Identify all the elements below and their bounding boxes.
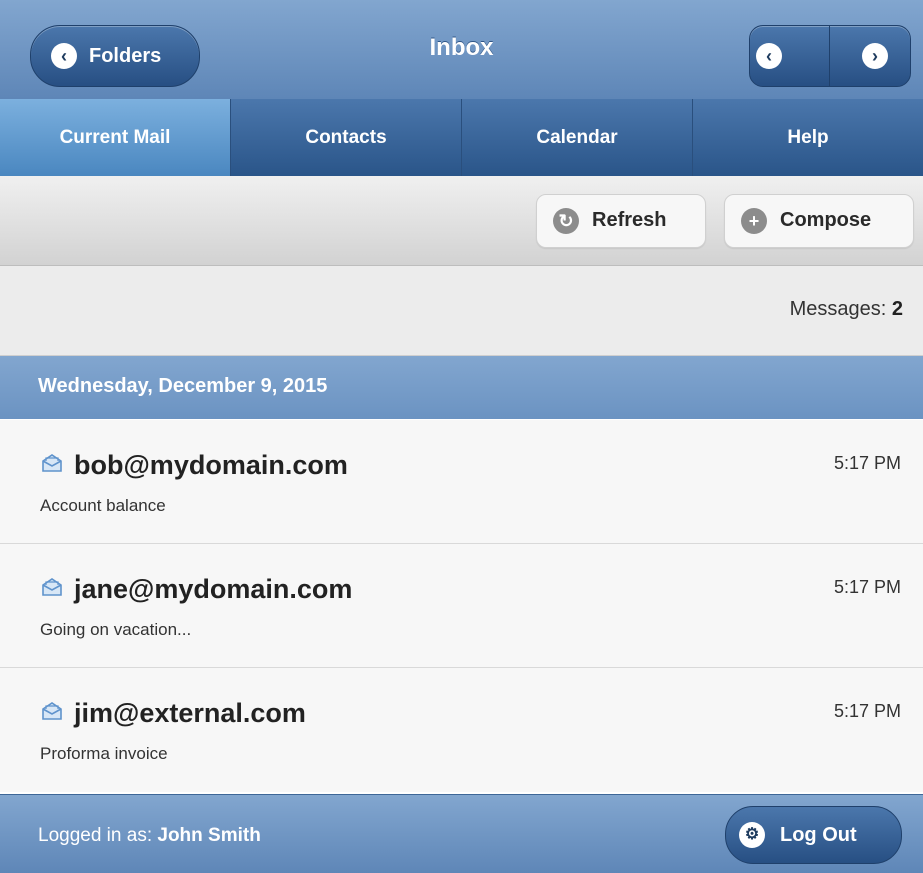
message-subject: Going on vacation... bbox=[40, 620, 192, 639]
chevron-left-icon: ‹ bbox=[756, 43, 782, 69]
chevron-right-icon: › bbox=[862, 43, 888, 69]
message-count-label: Messages: bbox=[789, 298, 887, 320]
footer-bar: Logged in as: John Smith ⚙ Log Out bbox=[0, 794, 923, 873]
message-item[interactable]: bob@mydomain.com Account balance 5:17 PM bbox=[0, 420, 923, 544]
nav-tabs: Current Mail Contacts Calendar Help bbox=[0, 99, 923, 177]
plus-icon: + bbox=[741, 208, 767, 234]
mail-app: ‹ Folders Inbox ‹ › Current Mail Contact… bbox=[0, 0, 923, 873]
logged-in-label: Logged in as: bbox=[38, 825, 153, 846]
message-subject: Account balance bbox=[40, 496, 166, 515]
envelope-icon bbox=[42, 702, 62, 720]
tab-help[interactable]: Help bbox=[692, 99, 923, 176]
envelope-icon bbox=[42, 454, 62, 472]
message-time: 5:17 PM bbox=[833, 577, 901, 597]
envelope-icon bbox=[42, 578, 62, 596]
message-time: 5:17 PM bbox=[833, 453, 901, 473]
refresh-button[interactable]: ↻ Refresh bbox=[536, 194, 706, 248]
message-time: 5:17 PM bbox=[833, 701, 901, 721]
refresh-button-label: Refresh bbox=[592, 209, 667, 231]
message-item[interactable]: jim@external.com Proforma invoice 5:17 P… bbox=[0, 668, 923, 792]
message-count-value: 2 bbox=[891, 298, 903, 320]
date-divider-label: Wednesday, December 9, 2015 bbox=[38, 375, 328, 397]
user-name: John Smith bbox=[157, 825, 261, 846]
logout-button-label: Log Out bbox=[780, 824, 857, 846]
toolbar: ↻ Refresh + Compose bbox=[0, 176, 923, 266]
gear-icon: ⚙ bbox=[739, 822, 765, 848]
message-sender: jane@mydomain.com bbox=[74, 574, 353, 604]
message-sender: jim@external.com bbox=[74, 698, 306, 728]
refresh-icon: ↻ bbox=[553, 208, 579, 234]
tab-calendar[interactable]: Calendar bbox=[461, 99, 692, 176]
message-count-bar: Messages: 2 bbox=[0, 266, 923, 356]
tab-contacts[interactable]: Contacts bbox=[230, 99, 461, 176]
message-subject: Proforma invoice bbox=[40, 744, 168, 763]
message-item[interactable]: jane@mydomain.com Going on vacation... 5… bbox=[0, 544, 923, 668]
compose-button[interactable]: + Compose bbox=[724, 194, 914, 248]
logout-button[interactable]: ⚙ Log Out bbox=[725, 806, 902, 864]
prev-button[interactable]: ‹ bbox=[750, 26, 829, 86]
tab-current-mail[interactable]: Current Mail bbox=[0, 99, 230, 176]
next-button[interactable]: › bbox=[830, 26, 910, 86]
message-pager: ‹ › bbox=[749, 25, 911, 87]
message-count: Messages: 2 bbox=[790, 298, 903, 321]
compose-button-label: Compose bbox=[780, 209, 872, 231]
message-sender: bob@mydomain.com bbox=[74, 450, 348, 480]
logged-in-status: Logged in as: John Smith bbox=[38, 825, 261, 847]
date-divider: Wednesday, December 9, 2015 bbox=[0, 356, 923, 419]
header-bar: ‹ Folders Inbox ‹ › bbox=[0, 0, 923, 100]
